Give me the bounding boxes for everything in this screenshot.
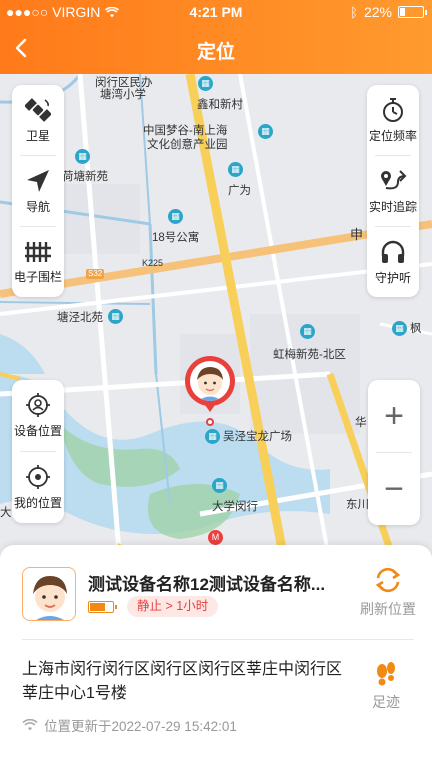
realtime-tracking-label: 实时追踪 bbox=[368, 199, 417, 214]
building-icon: ▦ bbox=[258, 124, 273, 139]
building-icon: ▦ bbox=[228, 162, 243, 177]
building-icon: ▦ bbox=[392, 320, 407, 336]
map-label: 华 bbox=[355, 417, 367, 429]
map-label: 荷塘新苑 bbox=[62, 171, 108, 183]
building-icon: ▦ bbox=[75, 149, 90, 164]
satellite-icon bbox=[25, 97, 51, 122]
map-poi: ▦ bbox=[258, 124, 273, 139]
status-badge: 静止 > 1小时 bbox=[127, 596, 219, 617]
device-location-icon bbox=[26, 393, 50, 417]
zoom-out-button[interactable]: − bbox=[368, 453, 420, 525]
location-frequency-button[interactable]: 定位频率 bbox=[367, 85, 419, 155]
building-icon: ▦ bbox=[300, 324, 315, 339]
map-label: S32 bbox=[88, 269, 103, 278]
signal-icon bbox=[22, 719, 38, 731]
update-time: 位置更新于2022-07-29 15:42:01 bbox=[22, 715, 237, 735]
header: ●●●○○ VIRGIN 4:21 PM ᛒ 22% 定位 bbox=[0, 0, 432, 74]
satellite-button[interactable]: 卫星 bbox=[12, 85, 64, 155]
fence-label: 电子围栏 bbox=[13, 269, 62, 284]
refresh-location-label: 刷新位置 bbox=[360, 601, 416, 617]
map-label: 大 bbox=[0, 507, 12, 519]
stopwatch-icon bbox=[383, 97, 403, 122]
device-location-label: 设备位置 bbox=[13, 424, 62, 438]
building-icon: ▦ bbox=[108, 309, 123, 324]
map-label: 文化创意产业园 bbox=[147, 139, 228, 151]
device-location-button[interactable]: 设备位置 bbox=[12, 380, 64, 451]
divider bbox=[22, 639, 414, 640]
metro-icon: M bbox=[208, 530, 223, 545]
headphones-icon bbox=[381, 240, 405, 263]
update-time-text: 位置更新于2022-07-29 15:42:01 bbox=[44, 719, 237, 734]
guard-listen-button[interactable]: 守护听 bbox=[367, 227, 419, 297]
map-poi: ▦ bbox=[108, 309, 123, 324]
device-location-marker[interactable] bbox=[185, 356, 235, 426]
device-address: 上海市闵行闵行区闵行区闵行区莘庄中闵行区莘庄中心1号楼 bbox=[22, 661, 343, 702]
map-label: 大学闵行 bbox=[212, 501, 258, 513]
fence-button[interactable]: 电子围栏 bbox=[12, 227, 64, 297]
navigation-button[interactable]: 导航 bbox=[12, 156, 64, 226]
building-icon: ▦ bbox=[168, 209, 183, 224]
location-screen: ●●●○○ VIRGIN 4:21 PM ᛒ 22% 定位 闵行区民办 塘湾小学… bbox=[0, 0, 432, 768]
fence-icon bbox=[25, 241, 51, 262]
battery-percent: 22% bbox=[363, 4, 392, 20]
zoom-controls: + − bbox=[368, 380, 420, 525]
page-title: 定位 bbox=[196, 42, 235, 63]
map-poi: ▦ bbox=[228, 162, 243, 177]
map-tools-left: 卫星 导航 电子围栏 bbox=[12, 85, 64, 297]
map-label: 申 bbox=[350, 227, 364, 242]
device-battery-icon bbox=[88, 601, 117, 613]
footprint-icon bbox=[377, 662, 395, 686]
map-tools-right: 定位频率 实时追踪 守护听 bbox=[367, 85, 419, 297]
device-avatar bbox=[22, 567, 76, 621]
map-label: 塘泾北苑 bbox=[57, 312, 103, 324]
building-icon: ▦ bbox=[205, 428, 220, 444]
map-label: 18号公寓 bbox=[152, 232, 200, 244]
map-label: K225 bbox=[142, 258, 164, 268]
map-poi: ▦ bbox=[75, 149, 90, 164]
map-poi: ▦ bbox=[168, 209, 183, 224]
my-location-button[interactable]: 我的位置 bbox=[12, 452, 64, 523]
my-location-icon bbox=[26, 465, 50, 489]
bluetooth-icon: ᛒ bbox=[350, 4, 358, 20]
battery-icon bbox=[398, 6, 427, 18]
my-location-label: 我的位置 bbox=[13, 496, 62, 510]
device-name: 测试设备名称12测试设备名称... bbox=[88, 575, 326, 594]
navigation-label: 导航 bbox=[25, 199, 50, 214]
refresh-location-button[interactable]: 刷新位置 bbox=[356, 565, 420, 619]
child-avatar-icon bbox=[33, 576, 67, 620]
map-poi: ▦ bbox=[300, 324, 315, 339]
building-icon: ▦ bbox=[198, 76, 213, 91]
location-tools: 设备位置 我的位置 bbox=[12, 380, 64, 523]
map-poi: ▦ bbox=[212, 478, 227, 493]
navigation-icon bbox=[27, 169, 49, 192]
zoom-in-button[interactable]: + bbox=[368, 380, 420, 452]
map-poi: ▦ 枫 bbox=[392, 320, 422, 336]
device-avatar-icon bbox=[190, 361, 230, 401]
map-label: 塘湾小学 bbox=[100, 89, 146, 101]
guard-listen-label: 守护听 bbox=[374, 270, 411, 285]
map-label: 鑫和新村 bbox=[197, 99, 243, 111]
status-bar: ●●●○○ VIRGIN 4:21 PM ᛒ 22% bbox=[0, 0, 432, 24]
device-info-card: 测试设备名称12测试设备名称... 静止 > 1小时 刷新位置 上海市闵行闵行区… bbox=[0, 545, 432, 768]
map-poi: ▦ 吴泾宝龙广场 bbox=[205, 428, 292, 444]
refresh-icon bbox=[375, 567, 401, 593]
map-poi: ▦ bbox=[198, 76, 213, 91]
satellite-label: 卫星 bbox=[25, 128, 50, 143]
route-icon bbox=[381, 169, 407, 189]
map-label: 东川 bbox=[346, 499, 369, 511]
footprint-button[interactable]: 足迹 bbox=[366, 660, 406, 712]
realtime-tracking-button[interactable]: 实时追踪 bbox=[367, 156, 419, 226]
map-label: 虹梅新苑-北区 bbox=[273, 349, 346, 361]
footprint-label: 足迹 bbox=[372, 694, 400, 710]
building-icon: ▦ bbox=[212, 478, 227, 493]
location-frequency-label: 定位频率 bbox=[368, 128, 417, 143]
map-label: 广为 bbox=[228, 185, 251, 197]
